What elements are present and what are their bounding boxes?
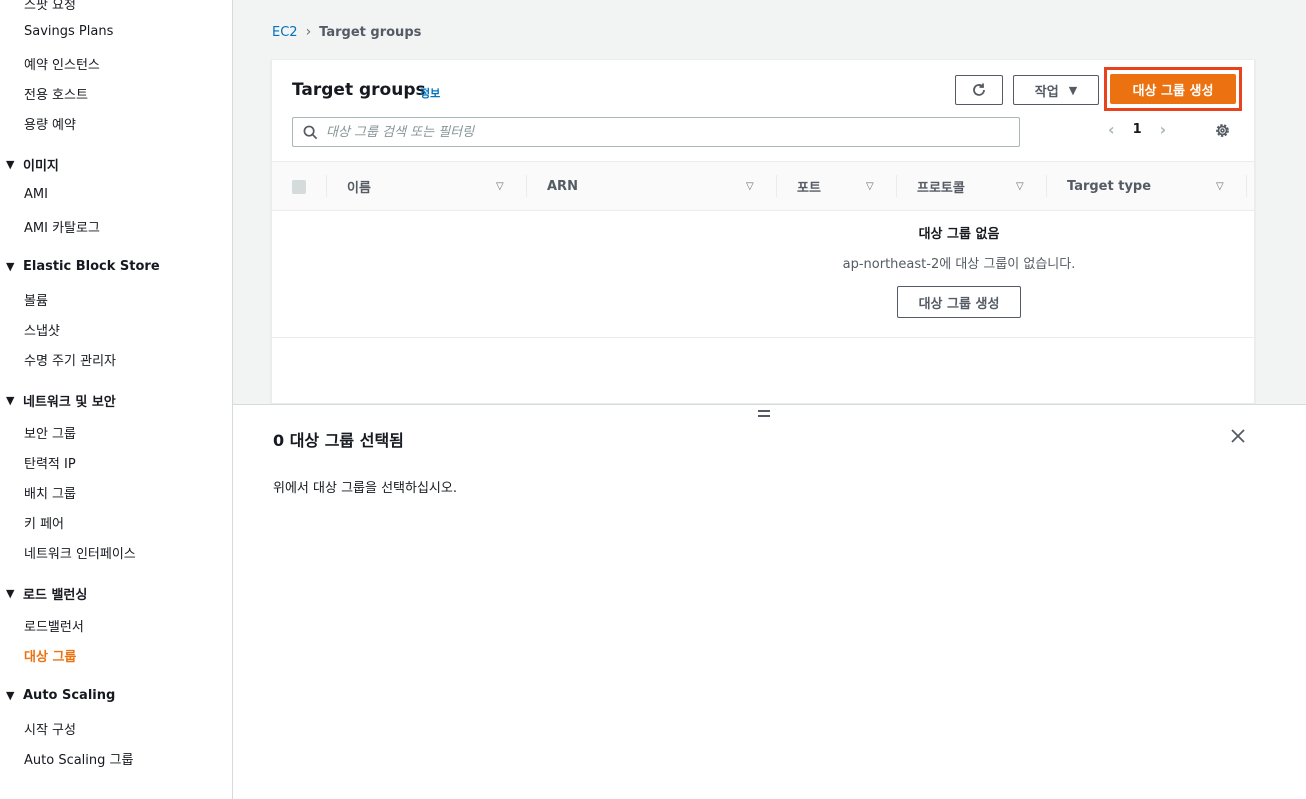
chevron-right-icon[interactable]: › — [1160, 120, 1167, 139]
caret-down-icon: ▼ — [6, 587, 15, 600]
sidebar-item-ami-catalog[interactable]: AMI 카탈로그 — [24, 217, 100, 236]
chevron-right-icon: › — [305, 24, 312, 40]
sort-icon[interactable]: ▽ — [746, 162, 754, 210]
caret-down-icon: ▼ — [6, 158, 15, 171]
empty-state-description: ap-northeast-2에 대상 그룹이 없습니다. — [842, 257, 1076, 272]
info-link[interactable]: 정보 — [420, 85, 440, 101]
sidebar-section-label: Elastic Block Store — [23, 259, 160, 274]
column-divider — [326, 175, 327, 197]
column-header-name[interactable]: 이름 — [347, 162, 371, 210]
search-icon — [303, 125, 318, 139]
column-divider — [896, 175, 897, 197]
sidebar-item-placement-groups[interactable]: 배치 그룹 — [24, 483, 76, 502]
breadcrumb-ec2-link[interactable]: EC2 — [272, 25, 298, 40]
sort-icon[interactable]: ▽ — [1016, 162, 1024, 210]
refresh-icon — [973, 83, 985, 96]
page-title: Target groups — [292, 80, 426, 100]
sort-icon[interactable]: ▽ — [496, 162, 504, 210]
page-number[interactable]: 1 — [1133, 122, 1142, 137]
sidebar-item-launch-configurations[interactable]: 시작 구성 — [24, 719, 76, 738]
column-divider — [776, 175, 777, 197]
sidebar-section-network[interactable]: ▼ 네트워크 및 보안 — [6, 391, 116, 410]
sidebar-item-load-balancers[interactable]: 로드밸런서 — [24, 616, 84, 635]
sidebar-section-label: Auto Scaling — [23, 688, 116, 703]
gear-icon[interactable] — [1214, 122, 1231, 139]
sidebar-item-security-groups[interactable]: 보안 그룹 — [24, 423, 76, 442]
sort-icon[interactable]: ▽ — [1216, 162, 1224, 210]
column-header-target-type[interactable]: Target type — [1067, 162, 1151, 210]
sidebar-item-capacity-reservations[interactable]: 용량 예약 — [24, 114, 76, 133]
sidebar-section-load-balancing[interactable]: ▼ 로드 밸런싱 — [6, 584, 87, 603]
sidebar-section-ebs[interactable]: ▼ Elastic Block Store — [6, 259, 160, 274]
sidebar-item-lifecycle-manager[interactable]: 수명 주기 관리자 — [24, 350, 116, 369]
sidebar-item-reserved-instances[interactable]: 예약 인스턴스 — [24, 54, 100, 73]
sidebar-section-label: 이미지 — [23, 159, 59, 174]
actions-label: 작업 — [1034, 84, 1059, 100]
sidebar-item-snapshots[interactable]: 스냅샷 — [24, 320, 60, 339]
sidebar-item-dedicated-hosts[interactable]: 전용 호스트 — [24, 84, 88, 103]
sidebar-item-elastic-ips[interactable]: 탄력적 IP — [24, 453, 76, 472]
sidebar-section-label: 로드 밸런싱 — [23, 588, 88, 603]
column-divider — [526, 175, 527, 197]
column-header-port[interactable]: 포트 — [797, 162, 821, 210]
sidebar: 스팟 요청 Savings Plans 예약 인스턴스 전용 호스트 용량 예약… — [0, 0, 233, 799]
split-panel-description: 위에서 대상 그룹을 선택하십시오. — [273, 481, 457, 496]
empty-create-target-group-button[interactable]: 대상 그룹 생성 — [897, 286, 1021, 318]
search-box — [292, 117, 1020, 147]
sidebar-item-key-pairs[interactable]: 키 페어 — [24, 513, 64, 532]
column-divider — [1046, 175, 1047, 197]
create-button-highlight: 대상 그룹 생성 — [1104, 67, 1242, 111]
sidebar-item-spot-requests[interactable]: 스팟 요청 — [24, 0, 76, 13]
caret-down-icon: ▼ — [6, 394, 15, 407]
sidebar-section-auto-scaling[interactable]: ▼ Auto Scaling — [6, 688, 115, 703]
create-target-group-button[interactable]: 대상 그룹 생성 — [1110, 74, 1236, 104]
drag-handle-icon[interactable] — [758, 410, 770, 420]
sidebar-item-auto-scaling-groups[interactable]: Auto Scaling 그룹 — [24, 749, 133, 768]
empty-state: 대상 그룹 없음 ap-northeast-2에 대상 그룹이 없습니다. 대상… — [272, 211, 1254, 338]
breadcrumb: EC2 › Target groups — [272, 24, 421, 40]
sidebar-section-images[interactable]: ▼ 이미지 — [6, 155, 59, 174]
sidebar-item-volumes[interactable]: 볼륨 — [24, 290, 48, 309]
sidebar-item-target-groups[interactable]: 대상 그룹 — [24, 646, 76, 665]
chevron-left-icon[interactable]: ‹ — [1108, 120, 1115, 139]
split-panel-title: 0 대상 그룹 선택됨 — [273, 431, 404, 450]
sort-icon[interactable]: ▽ — [866, 162, 874, 210]
column-header-arn[interactable]: ARN — [547, 162, 578, 210]
close-icon[interactable] — [1231, 429, 1245, 443]
sidebar-item-network-interfaces[interactable]: 네트워크 인터페이스 — [24, 543, 136, 562]
main-content: EC2 › Target groups Target groups 정보 작업 … — [233, 0, 1306, 404]
empty-state-title: 대상 그룹 없음 — [918, 227, 1000, 242]
search-input[interactable] — [326, 124, 1019, 140]
breadcrumb-current: Target groups — [319, 24, 422, 40]
sidebar-item-savings-plans[interactable]: Savings Plans — [24, 24, 113, 39]
actions-button[interactable]: 작업 ▼ — [1013, 75, 1099, 105]
select-all-checkbox[interactable] — [292, 180, 306, 194]
caret-down-icon: ▼ — [1068, 83, 1078, 97]
caret-down-icon: ▼ — [6, 689, 15, 702]
sidebar-section-label: 네트워크 및 보안 — [23, 395, 116, 410]
pagination: ‹ 1 › — [1108, 120, 1166, 139]
column-divider — [1246, 175, 1247, 197]
split-panel: 0 대상 그룹 선택됨 위에서 대상 그룹을 선택하십시오. — [233, 404, 1306, 799]
sidebar-item-ami[interactable]: AMI — [24, 187, 48, 202]
target-groups-panel: Target groups 정보 작업 ▼ 대상 그룹 생성 ‹ 1 › — [271, 59, 1255, 404]
column-header-protocol[interactable]: 프로토콜 — [917, 162, 965, 210]
caret-down-icon: ▼ — [6, 260, 15, 273]
table-header: 이름 ▽ ARN ▽ 포트 ▽ 프로토콜 ▽ Target type ▽ — [272, 161, 1254, 211]
refresh-button[interactable] — [955, 75, 1003, 105]
